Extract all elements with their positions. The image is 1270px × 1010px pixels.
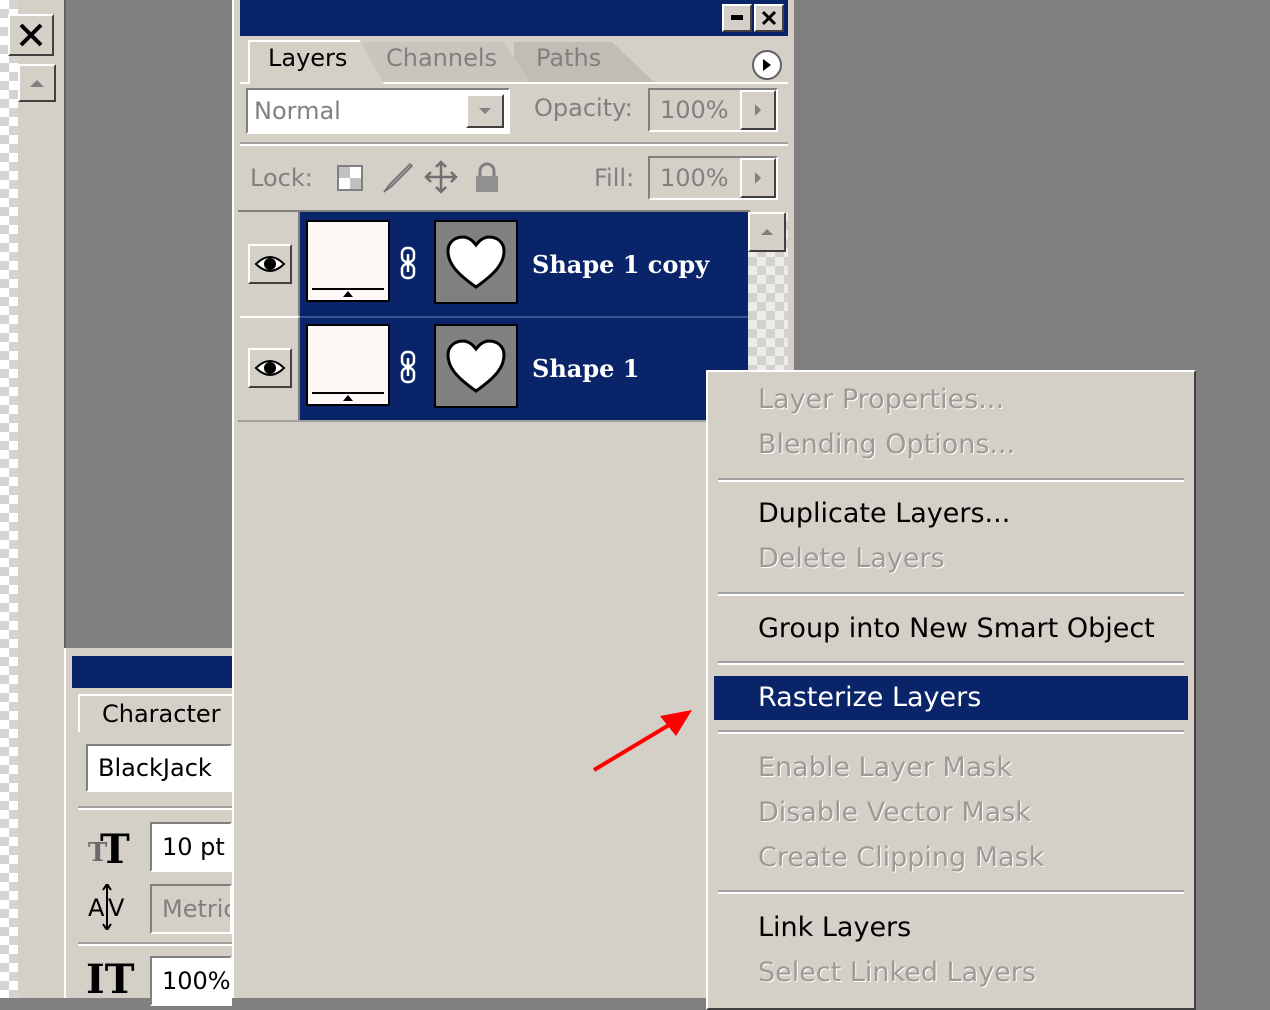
menu-delete-layers[interactable]: Delete Layers xyxy=(714,537,1188,581)
workspace-canvas-strip xyxy=(0,0,18,998)
lock-move-icon xyxy=(424,160,458,194)
lock-transparency-icon xyxy=(337,165,363,191)
vertical-scale-icon: IT xyxy=(86,956,135,1003)
menu-separator xyxy=(718,890,1184,894)
lock-all-button[interactable] xyxy=(472,162,502,194)
heart-mask-icon xyxy=(446,339,506,393)
menu-separator xyxy=(718,592,1184,596)
tab-layers-label: Layers xyxy=(268,44,348,72)
tracking-field[interactable]: Metric xyxy=(150,884,232,934)
layer-name[interactable]: Shape 1 xyxy=(532,354,639,383)
font-family-value: BlackJack xyxy=(98,754,212,782)
menu-link-layers[interactable]: Link Layers xyxy=(714,906,1188,950)
heart-mask-icon xyxy=(446,235,506,289)
menu-separator xyxy=(718,730,1184,734)
menu-enable-layer-mask[interactable]: Enable Layer Mask xyxy=(714,746,1188,790)
visibility-toggle[interactable] xyxy=(248,348,292,388)
lock-paint-button[interactable] xyxy=(380,160,416,196)
minimize-icon xyxy=(731,15,743,20)
close-icon xyxy=(761,10,777,26)
menu-separator xyxy=(718,661,1184,665)
panel-menu-button[interactable] xyxy=(752,50,782,80)
scroll-up-icon xyxy=(761,229,773,235)
tab-channels-label: Channels xyxy=(386,44,498,72)
close-icon xyxy=(19,23,43,47)
scroll-up-icon xyxy=(30,80,44,87)
opacity-value: 100% xyxy=(660,96,729,124)
menu-layer-properties[interactable]: Layer Properties... xyxy=(714,378,1188,422)
font-size-icon: T T xyxy=(88,826,130,873)
layer-fill-thumbnail[interactable] xyxy=(306,220,390,302)
visibility-toggle[interactable] xyxy=(248,244,292,284)
character-tab-label: Character xyxy=(102,700,221,728)
tab-channels[interactable]: Channels xyxy=(362,42,530,82)
slider-arrow-icon xyxy=(755,104,761,116)
font-size-field[interactable]: 10 pt xyxy=(150,822,232,872)
menu-create-clipping-mask[interactable]: Create Clipping Mask xyxy=(714,836,1188,880)
lock-transparency-button[interactable] xyxy=(336,164,364,192)
blend-mode-value: Normal xyxy=(254,97,341,125)
layer-name[interactable]: Shape 1 copy xyxy=(532,250,709,279)
menu-separator xyxy=(718,478,1184,482)
character-tab[interactable]: Character xyxy=(78,694,232,732)
tab-paths-label: Paths xyxy=(536,44,602,72)
opacity-label: Opacity: xyxy=(534,94,633,122)
font-size-value: 10 pt xyxy=(162,833,225,861)
tracking-value: Metric xyxy=(162,895,232,923)
menu-select-linked-layers[interactable]: Select Linked Layers xyxy=(714,951,1188,995)
layers-list-bottom-line xyxy=(238,420,708,422)
fill-value: 100% xyxy=(660,164,729,192)
lock-move-button[interactable] xyxy=(424,160,458,194)
layer-fill-thumbnail[interactable] xyxy=(306,324,390,406)
panel-close-button[interactable] xyxy=(754,4,784,32)
minimize-button[interactable] xyxy=(722,4,752,32)
vertical-scale-value: 100% xyxy=(162,967,231,995)
slider-arrow-icon xyxy=(755,172,761,184)
layers-scroll-up-button[interactable] xyxy=(748,212,786,252)
lock-label: Lock: xyxy=(250,164,313,192)
layer-row[interactable]: Shape 1 copy xyxy=(240,212,748,316)
opacity-slider-button[interactable] xyxy=(740,90,776,130)
character-panel-title-bar[interactable] xyxy=(72,656,232,688)
menu-blending-options[interactable]: Blending Options... xyxy=(714,423,1188,467)
menu-rasterize-layers[interactable]: Rasterize Layers xyxy=(714,676,1188,720)
menu-disable-vector-mask[interactable]: Disable Vector Mask xyxy=(714,791,1188,835)
lock-paint-icon xyxy=(383,162,414,193)
font-family-field[interactable]: BlackJack xyxy=(86,744,232,792)
fill-slider-button[interactable] xyxy=(740,158,776,198)
lock-all-icon xyxy=(476,162,498,192)
layers-panel-title-bar[interactable] xyxy=(240,0,788,36)
menu-group-into-smart-object[interactable]: Group into New Smart Object xyxy=(714,607,1188,651)
panel-menu-icon xyxy=(763,59,771,71)
character-divider-2 xyxy=(78,942,232,946)
dropdown-arrow-icon xyxy=(479,108,491,114)
close-button[interactable] xyxy=(8,14,54,56)
menu-duplicate-layers[interactable]: Duplicate Layers... xyxy=(714,492,1188,536)
link-icon[interactable] xyxy=(400,350,416,384)
vertical-scale-field[interactable]: 100% xyxy=(150,956,232,1006)
character-divider xyxy=(78,806,232,810)
fill-label: Fill: xyxy=(594,164,635,192)
layer-mask-thumbnail[interactable] xyxy=(434,324,518,408)
blend-mode-dropdown-button[interactable] xyxy=(466,94,504,128)
link-icon[interactable] xyxy=(400,246,416,280)
eye-icon xyxy=(254,360,286,376)
red-arrow-annotation xyxy=(592,710,692,772)
layer-mask-thumbnail[interactable] xyxy=(434,220,518,304)
eye-icon xyxy=(254,256,286,272)
scroll-up-button[interactable] xyxy=(18,64,56,102)
tool-strip xyxy=(18,0,66,998)
options-divider xyxy=(240,142,788,146)
tracking-icon: A V xyxy=(88,884,134,930)
layer-row[interactable]: Shape 1 xyxy=(240,316,748,420)
